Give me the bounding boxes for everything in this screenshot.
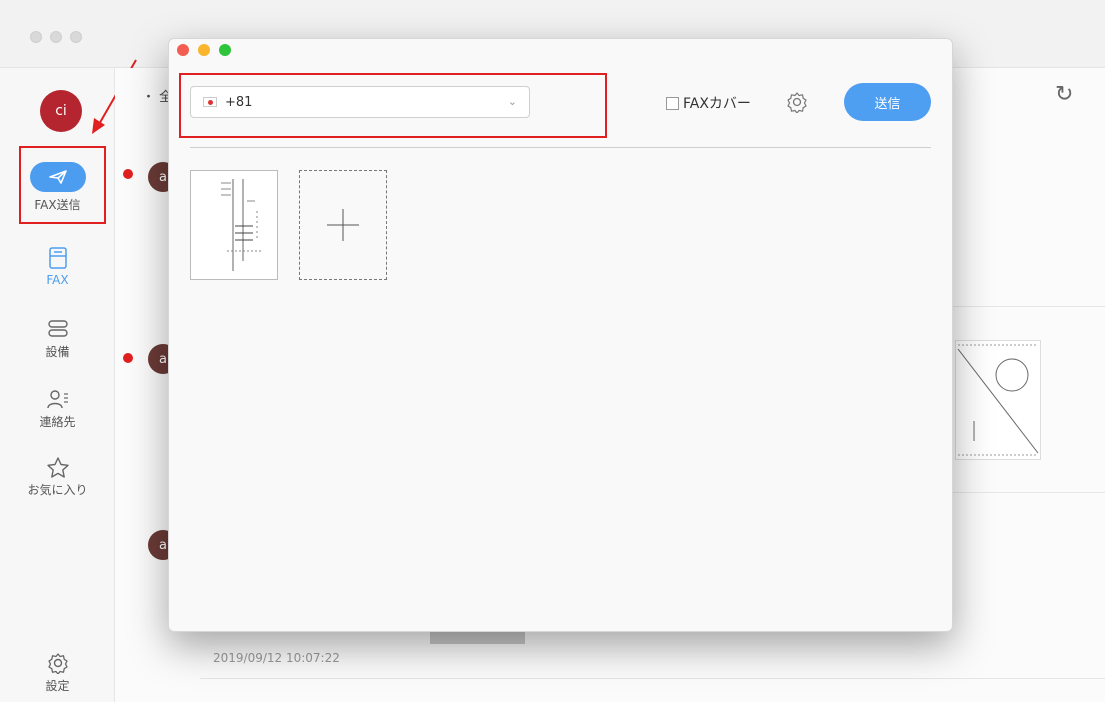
cover-settings-gear-icon[interactable]	[786, 91, 808, 113]
dialog-divider	[190, 147, 931, 148]
fax-cover-checkbox[interactable]	[666, 96, 679, 110]
main-close-dot[interactable]	[30, 31, 42, 43]
add-page-button[interactable]	[299, 170, 387, 280]
placeholder-bar	[430, 630, 525, 644]
sidebar-item-label: FAX	[46, 273, 69, 287]
document-page-thumbnail[interactable]	[190, 170, 278, 280]
sidebar-item-label: 連絡先	[39, 415, 76, 429]
devices-icon	[47, 320, 68, 337]
app-window: ci FAX送信 FAX 設備 連絡先 お気に入り 設定 ・ 全 ↻ a a a…	[0, 0, 1105, 702]
sidebar-item-fax[interactable]: FAX	[0, 246, 115, 287]
dialog-close-button[interactable]	[177, 44, 189, 56]
unread-dot	[123, 353, 133, 363]
main-zoom-dot[interactable]	[70, 31, 82, 43]
country-code-highlight-box	[179, 73, 607, 138]
sidebar-item-label: 設定	[45, 679, 70, 693]
star-icon	[46, 457, 69, 478]
plus-icon	[327, 209, 359, 241]
user-avatar[interactable]: ci	[40, 90, 82, 132]
unread-dot	[123, 169, 133, 179]
sidebar-item-devices[interactable]: 設備	[0, 318, 115, 360]
sidebar-item-favorites[interactable]: お気に入り	[0, 456, 115, 498]
sidebar-item-label: 設備	[45, 345, 70, 359]
dialog-minimize-button[interactable]	[198, 44, 210, 56]
fax-preview-thumbnail[interactable]	[955, 340, 1041, 460]
sidebar-highlight-box	[19, 146, 106, 224]
fax-inbox-icon	[48, 247, 67, 269]
refresh-icon[interactable]: ↻	[1055, 82, 1073, 107]
sidebar-item-settings[interactable]: 設定	[0, 652, 115, 694]
sidebar-item-label: お気に入り	[27, 483, 88, 497]
send-button[interactable]: 送信	[844, 83, 931, 121]
sidebar-item-contacts[interactable]: 連絡先	[0, 388, 115, 430]
send-fax-dialog: +81 ⌄ FAXカバー 送信	[168, 38, 953, 632]
fax-cover-option[interactable]: FAXカバー	[666, 93, 751, 113]
dialog-zoom-button[interactable]	[219, 44, 231, 56]
fax-timestamp: 2019/09/12 10:07:22	[213, 651, 340, 665]
contacts-icon	[46, 390, 68, 409]
main-minimize-dot[interactable]	[50, 31, 62, 43]
fax-cover-label: FAXカバー	[683, 96, 751, 112]
gear-icon	[47, 653, 68, 675]
list-divider	[200, 678, 1105, 679]
